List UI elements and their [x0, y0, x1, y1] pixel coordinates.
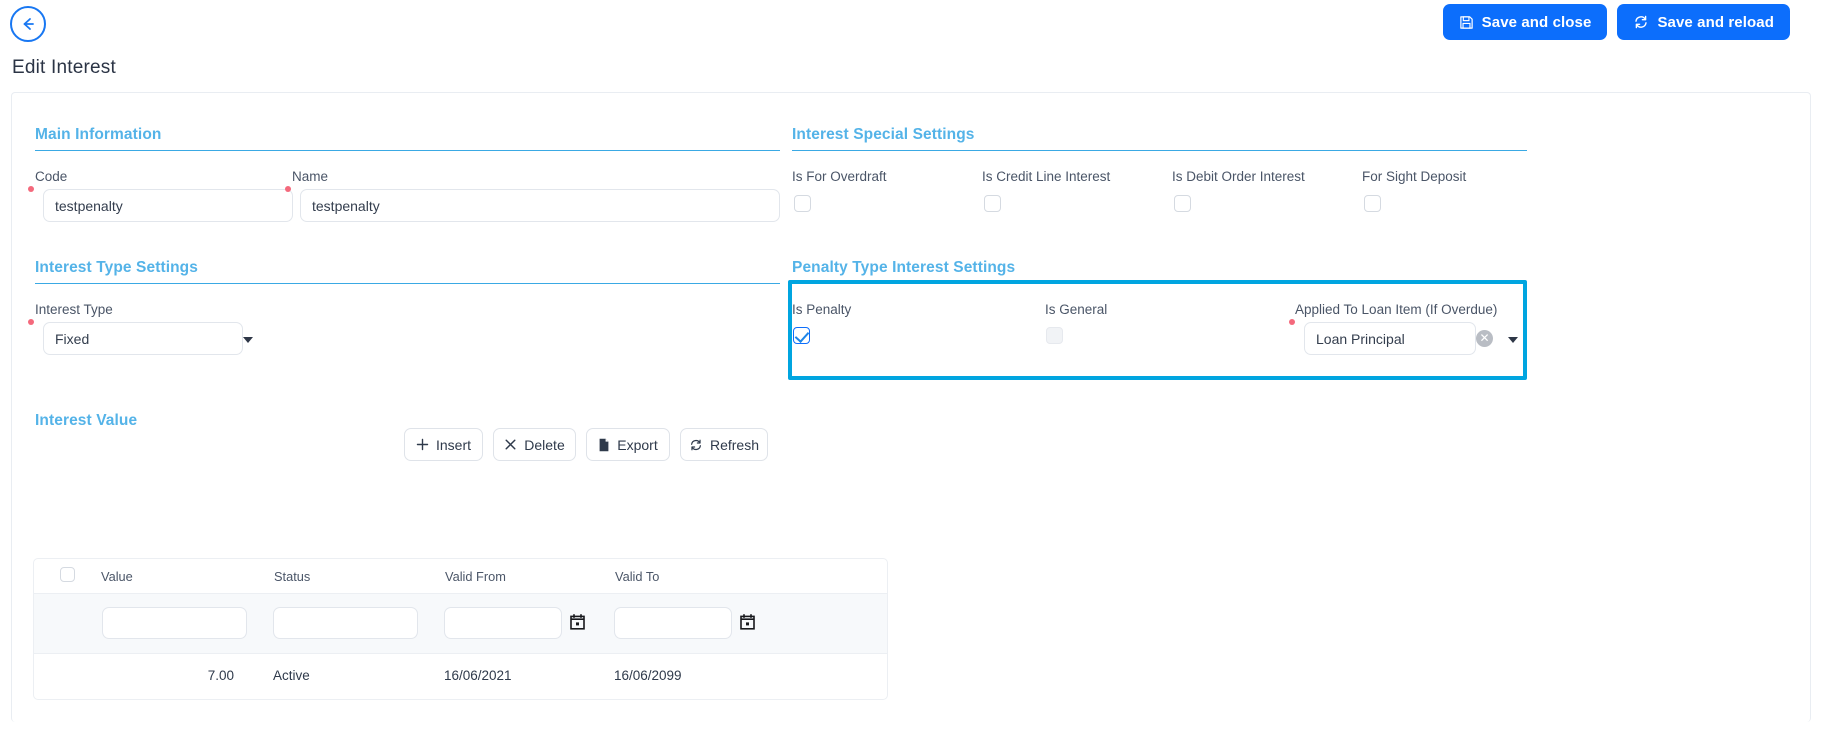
chevron-down-icon-applied-to-loan-item[interactable] — [1508, 337, 1518, 343]
required-indicator-applied-to-loan-item — [1289, 319, 1295, 325]
label-is-general: Is General — [1045, 302, 1108, 317]
column-header-valid-from[interactable]: Valid From — [445, 569, 506, 584]
select-all-checkbox[interactable] — [60, 567, 75, 582]
save-and-close-label: Save and close — [1481, 13, 1592, 31]
cell-valid-to: 16/06/2099 — [614, 668, 682, 683]
save-and-reload-label: Save and reload — [1657, 13, 1774, 31]
page-title: Edit Interest — [12, 57, 116, 78]
label-code: Code — [35, 169, 68, 184]
column-header-status[interactable]: Status — [274, 569, 310, 584]
section-heading-interest-special-settings: Interest Special Settings — [792, 126, 975, 143]
table-row[interactable]: 7.00 Active 16/06/2021 16/06/2099 — [34, 654, 887, 699]
checkbox-is-for-overdraft[interactable] — [794, 195, 811, 212]
label-interest-type: Interest Type — [35, 302, 113, 317]
value-filter-input[interactable] — [102, 607, 247, 639]
interest-type-select[interactable] — [43, 322, 243, 355]
chevron-down-icon-interest-type[interactable] — [243, 337, 253, 343]
checkbox-is-debit-order-interest[interactable] — [1174, 195, 1191, 212]
label-is-credit-line-interest: Is Credit Line Interest — [982, 169, 1111, 184]
section-heading-penalty-type-interest-settings: Penalty Type Interest Settings — [792, 259, 1016, 276]
valid-to-filter-input[interactable] — [614, 607, 732, 639]
save-and-close-button[interactable]: Save and close — [1442, 4, 1608, 40]
calendar-icon-valid-from[interactable] — [570, 614, 585, 635]
export-button[interactable]: Export — [586, 428, 670, 461]
plus-icon — [416, 438, 429, 451]
cell-status: Active — [273, 668, 310, 683]
code-input[interactable] — [43, 189, 293, 222]
section-rule-interest-special-settings — [792, 150, 1527, 151]
export-label: Export — [617, 436, 658, 453]
cell-valid-from: 16/06/2021 — [444, 668, 512, 683]
label-for-sight-deposit: For Sight Deposit — [1362, 169, 1467, 184]
checkbox-is-credit-line-interest[interactable] — [984, 195, 1001, 212]
required-indicator-code — [28, 186, 34, 192]
delete-button[interactable]: Delete — [493, 428, 576, 461]
label-is-debit-order-interest: Is Debit Order Interest — [1172, 169, 1305, 184]
section-heading-main-information: Main Information — [35, 126, 162, 143]
applied-to-loan-item-select[interactable] — [1304, 322, 1476, 355]
name-input[interactable] — [300, 189, 780, 222]
status-filter-input[interactable] — [273, 607, 418, 639]
save-and-reload-button[interactable]: Save and reload — [1617, 4, 1790, 40]
clear-icon-applied-to-loan-item[interactable]: ✕ — [1476, 330, 1493, 347]
back-button[interactable] — [10, 6, 46, 42]
refresh-button[interactable]: Refresh — [680, 428, 768, 461]
column-header-valid-to[interactable]: Valid To — [615, 569, 659, 584]
sync-icon — [1633, 14, 1649, 30]
grid-header-row: Value Status Valid From Valid To — [34, 559, 887, 594]
section-rule-interest-type-settings — [35, 283, 780, 284]
checkbox-is-general — [1046, 327, 1063, 344]
floppy-disk-icon — [1459, 15, 1474, 30]
refresh-icon — [689, 438, 703, 452]
checkbox-is-penalty[interactable] — [793, 327, 810, 344]
insert-label: Insert — [435, 436, 471, 453]
interest-value-grid: Value Status Valid From Valid To 7.00 Ac… — [33, 558, 888, 700]
save-button-group: Save and close Save and reload — [1442, 4, 1790, 40]
app-root: Save and close Save and reload Edit Inte… — [0, 0, 1822, 730]
delete-label: Delete — [524, 436, 565, 453]
arrow-left-circle-icon — [19, 15, 37, 33]
valid-from-filter-input[interactable] — [444, 607, 562, 639]
label-applied-to-loan-item: Applied To Loan Item (If Overdue) — [1295, 302, 1498, 317]
required-indicator-interest-type — [28, 319, 34, 325]
label-is-penalty: Is Penalty — [792, 302, 852, 317]
top-bar: Save and close Save and reload — [0, 0, 1822, 48]
section-heading-interest-value: Interest Value — [35, 412, 138, 429]
calendar-icon-valid-to[interactable] — [740, 614, 755, 635]
checkbox-for-sight-deposit[interactable] — [1364, 195, 1381, 212]
x-icon — [504, 438, 517, 451]
section-rule-main-information — [35, 150, 780, 151]
cell-value: 7.00 — [207, 668, 234, 683]
column-header-value[interactable]: Value — [101, 569, 133, 584]
grid-filter-row — [34, 594, 887, 654]
section-heading-interest-type-settings: Interest Type Settings — [35, 259, 198, 276]
label-name: Name — [292, 169, 329, 184]
label-is-for-overdraft: Is For Overdraft — [792, 169, 887, 184]
file-icon — [598, 438, 610, 452]
refresh-label: Refresh — [709, 436, 760, 453]
required-indicator-name — [285, 186, 291, 192]
insert-button[interactable]: Insert — [404, 428, 483, 461]
